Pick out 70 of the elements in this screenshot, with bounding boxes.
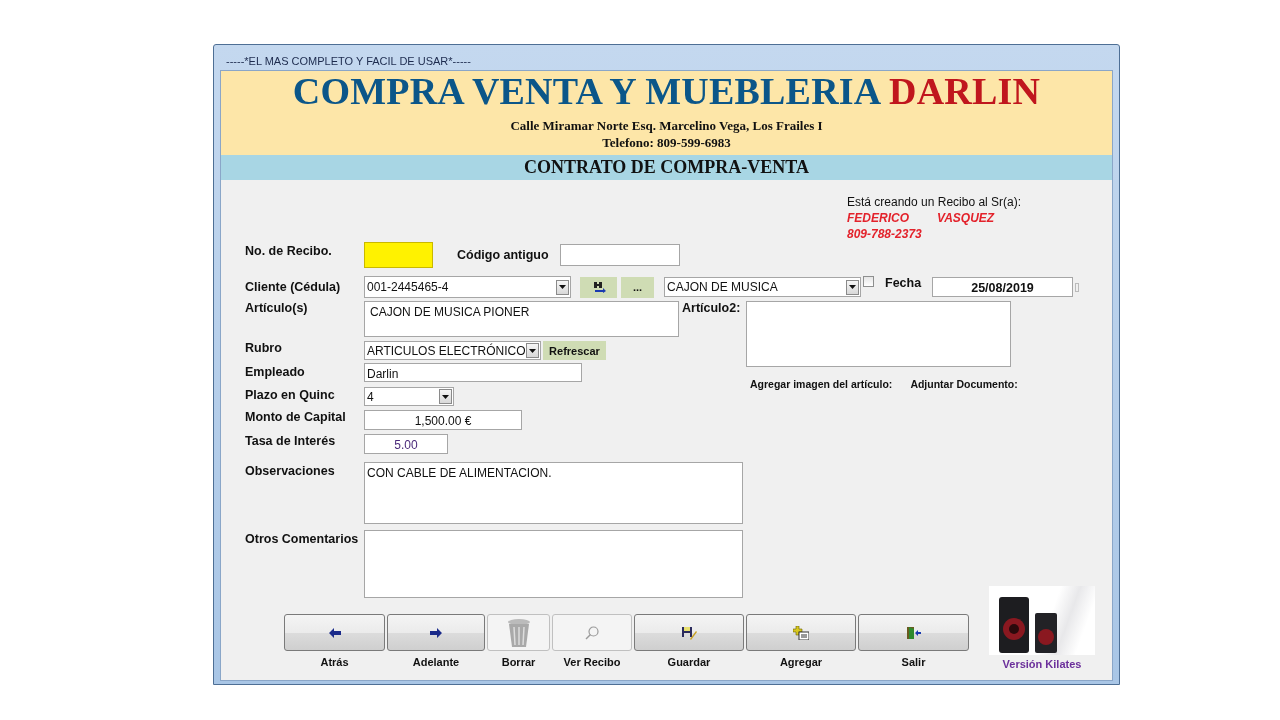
toolbar-button[interactable] [284, 614, 385, 651]
field-label: Rubro [245, 341, 283, 357]
client-first-name: FEDERICO [847, 210, 909, 226]
text-area[interactable] [746, 301, 1011, 367]
trash-can-icon [506, 617, 531, 648]
field-label: Otros Comentarios [245, 532, 360, 546]
exit-door-icon [905, 625, 922, 640]
combo-box[interactable]: 001-2445465-4 [364, 276, 571, 298]
toolbar-button[interactable] [387, 614, 485, 651]
button-label: Borrar [501, 656, 536, 669]
dropdown-button[interactable] [439, 389, 452, 404]
receipt-number-field[interactable] [364, 242, 433, 268]
field-label: Plazo en Quinc [245, 388, 336, 404]
dropdown-button[interactable] [526, 343, 539, 358]
dropdown-button[interactable] [556, 279, 569, 295]
checkbox[interactable] [863, 276, 874, 287]
button-label: Guardar [667, 656, 711, 669]
window-title: -----*EL MAS COMPLETO Y FACIL DE USAR*----- [226, 54, 471, 67]
field-label: Monto de Capital [245, 410, 347, 426]
combo-box[interactable]: ARTICULOS ELECTRÓNICO [364, 341, 541, 360]
input-field[interactable]: 1,500.00 € [364, 410, 522, 430]
section-title: CONTRATO DE COMPRA-VENTA [524, 157, 809, 178]
company-address: Calle Miramar Norte Esq. Marcelino Vega, Los Frailes I [510, 118, 823, 134]
field-label: Observaciones [245, 464, 336, 478]
field-label: Artículo2: [682, 301, 742, 317]
dropdown-arrow-icon [442, 394, 449, 399]
dropdown-arrow-icon [849, 285, 856, 289]
input-field[interactable]: Darlin [364, 363, 582, 382]
search-icon [585, 625, 599, 640]
right-arrow-icon [430, 627, 442, 638]
dropdown-button[interactable] [846, 279, 859, 295]
combo-box[interactable]: CAJON DE MUSICA [664, 277, 861, 297]
combo-box[interactable]: 4 [364, 387, 454, 406]
toolbar-button[interactable] [746, 614, 856, 651]
button-label: Atrás [320, 656, 349, 669]
input-field[interactable]: 5.00 [364, 434, 448, 454]
field-label: No. de Recibo. [245, 244, 333, 258]
button-label: Agregar [779, 656, 823, 669]
attach-document-label: Adjuntar Documento: [910, 378, 1018, 390]
left-arrow-icon [328, 627, 341, 638]
field-label: Código antiguo [457, 248, 550, 262]
toolbar-button[interactable] [634, 614, 744, 651]
search-client-button[interactable] [580, 276, 617, 298]
resize-mark [1075, 282, 1079, 292]
text-area[interactable]: CAJON DE MUSICA PIONER [364, 301, 679, 337]
refresh-button[interactable]: Refrescar [543, 341, 606, 360]
button-label: Adelante [412, 656, 460, 669]
field-label: Fecha [885, 276, 923, 290]
button-label: Ver Recibo [563, 656, 621, 669]
text-area[interactable] [364, 530, 743, 598]
version-label: Versión Kilates [1002, 658, 1082, 671]
field-label: Empleado [245, 365, 306, 381]
toolbar-button[interactable] [858, 614, 969, 651]
client-last-name: VASQUEZ [937, 210, 995, 226]
attach-image-label: Agregar imagen del artículo: [750, 378, 893, 390]
field-label: Cliente (Cédula) [245, 280, 342, 294]
company-name: COMPRA VENTA Y MUEBLERIA DARLIN [292, 70, 1041, 112]
field-label: Artículo(s) [245, 301, 309, 317]
dropdown-arrow-icon [529, 348, 536, 353]
notice-text: Está creando un Recibo al Sr(a): [847, 194, 1023, 210]
client-phone: 809-788-2373 [847, 226, 923, 242]
company-phone: Telefono: 809-599-6983 [602, 134, 731, 151]
input-field[interactable] [560, 244, 680, 266]
field-label: Tasa de Interés [245, 434, 337, 450]
add-item-icon [793, 625, 809, 640]
date-field[interactable]: 25/08/2019 [932, 277, 1073, 297]
dropdown-arrow-icon [559, 285, 566, 289]
text-area[interactable]: CON CABLE DE ALIMENTACION. [364, 462, 743, 524]
button-label: Salir [901, 656, 926, 669]
more-button[interactable]: ... [621, 276, 654, 298]
